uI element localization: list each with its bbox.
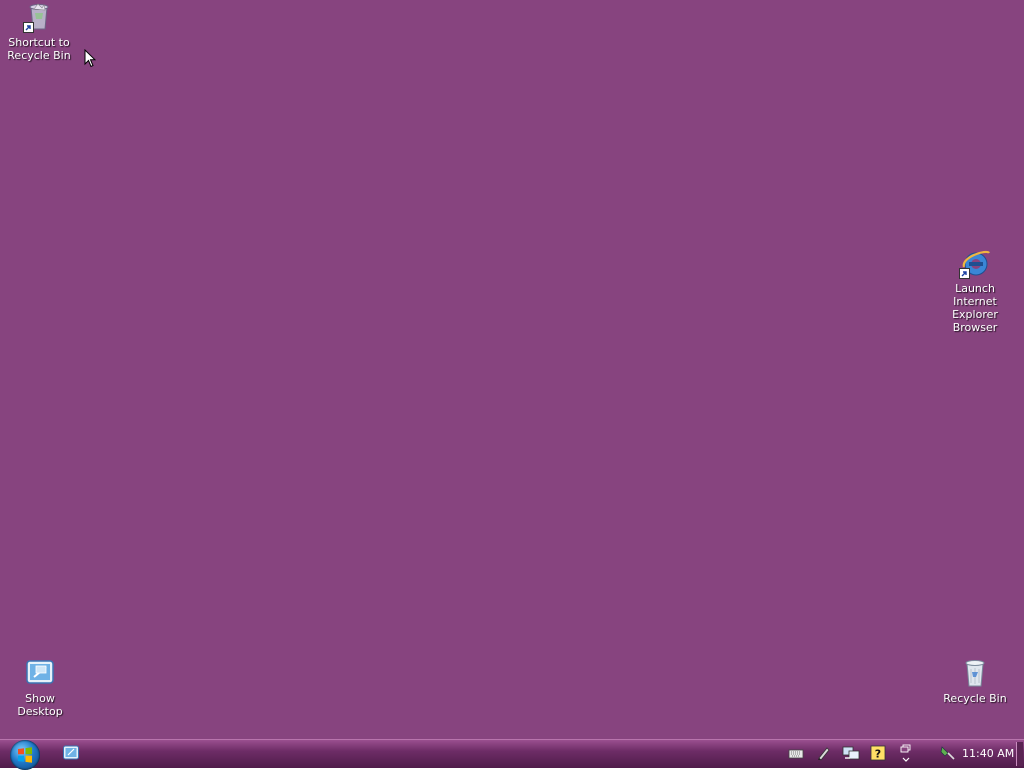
network-icon[interactable] [842,745,860,763]
recycle-bin-empty-icon [959,657,991,689]
shortcut-arrow-icon [959,268,970,279]
windows-logo-icon [18,747,32,763]
help-icon[interactable]: ? [870,745,888,763]
quick-launch-show-desktop[interactable] [62,744,82,764]
mouse-cursor-icon [84,48,97,72]
desktop-icon-label: Shortcut to Recycle Bin [7,36,71,62]
keyboard-icon[interactable] [788,746,806,764]
internet-explorer-icon [959,247,991,279]
desktop-icon-label: Launch Internet Explorer Browser [952,282,998,334]
safely-remove-icon[interactable] [939,745,957,763]
taskbar-clock[interactable]: 11:40 AM [962,746,1014,762]
show-desktop-icon [63,745,79,760]
desktop-icon-launch-internet-explorer[interactable]: Launch Internet Explorer Browser [935,247,1015,334]
show-desktop-icon [24,657,56,689]
restore-icon[interactable] [898,743,916,762]
desktop-icon-recycle-bin[interactable]: Recycle Bin [935,657,1015,705]
start-button[interactable] [10,740,40,770]
svg-text:?: ? [875,748,881,761]
desktop-icon-shortcut-recycle-bin[interactable]: Shortcut to Recycle Bin [0,1,79,62]
desktop-icon-label: Show Desktop [17,692,63,718]
taskbar: ? 11:40 AM [0,739,1024,770]
recycle-bin-full-icon [23,1,55,33]
pen-icon[interactable] [816,745,834,763]
desktop-icon-show-desktop[interactable]: Show Desktop [0,657,80,718]
desktop[interactable]: Shortcut to Recycle Bin Launch Internet … [0,0,1024,739]
show-desktop-button[interactable] [1016,742,1023,766]
shortcut-arrow-icon [23,22,34,33]
desktop-icon-label: Recycle Bin [943,692,1007,705]
